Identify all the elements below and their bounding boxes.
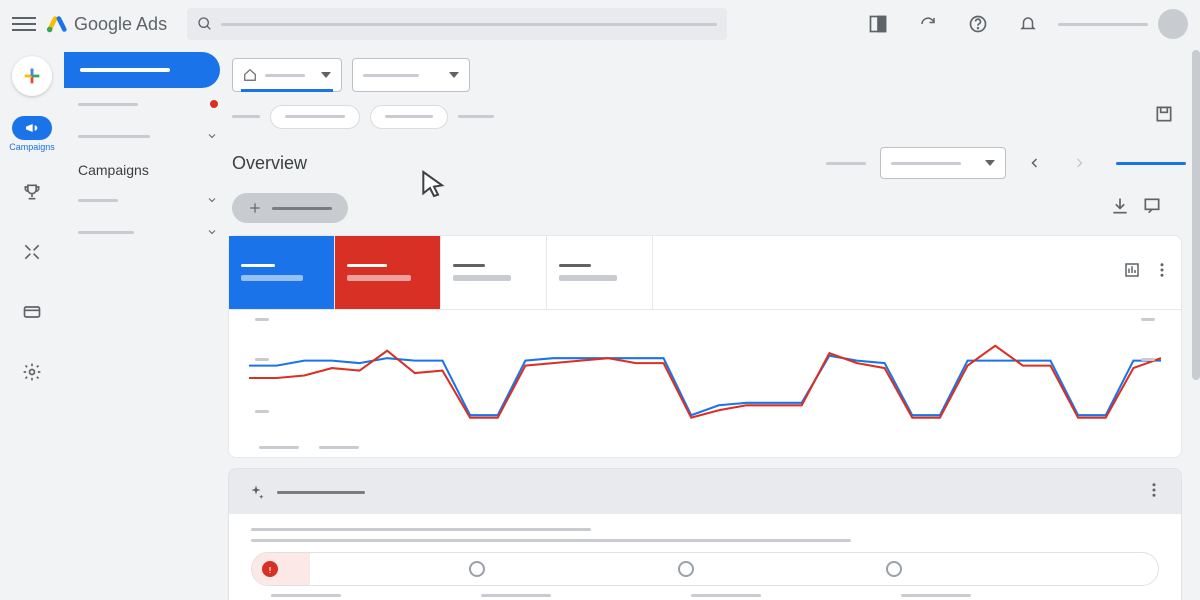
- rail-campaigns[interactable]: Campaigns: [9, 116, 55, 152]
- feedback-icon[interactable]: [1142, 196, 1162, 221]
- ads-logo-icon: [46, 13, 68, 35]
- filter-row: [228, 48, 1190, 102]
- performance-chart-card: [228, 235, 1182, 458]
- more-icon[interactable]: [1145, 481, 1163, 504]
- account-label: [1058, 23, 1148, 26]
- tools-icon: [22, 242, 42, 262]
- left-rail: Campaigns: [0, 48, 64, 600]
- megaphone-icon: [24, 120, 40, 136]
- sparkle-icon: [247, 484, 265, 502]
- sidebar-item-2[interactable]: [64, 120, 228, 152]
- filter-chip[interactable]: [370, 105, 448, 129]
- search-input[interactable]: [187, 8, 727, 40]
- rail-campaigns-label: Campaigns: [9, 142, 55, 152]
- chart-options-icon[interactable]: [1123, 261, 1141, 284]
- chips-row: [228, 102, 1190, 139]
- trophy-icon: [22, 182, 42, 202]
- avatar[interactable]: [1158, 9, 1188, 39]
- product-logo[interactable]: Google Ads: [46, 13, 167, 35]
- chevron-down-icon: [206, 130, 218, 142]
- sidebar-active-item[interactable]: [64, 52, 220, 88]
- notifications-icon[interactable]: [1008, 4, 1048, 44]
- sidebar: Campaigns: [64, 48, 228, 600]
- search-icon: [197, 16, 213, 32]
- date-label: [826, 162, 866, 165]
- alert-dot-icon: [210, 100, 218, 108]
- sidebar-item-4[interactable]: [64, 216, 228, 248]
- chevron-down-icon: [206, 194, 218, 206]
- plus-icon: [21, 65, 43, 87]
- rail-tools[interactable]: [12, 232, 52, 272]
- gear-icon: [22, 362, 42, 382]
- sidebar-item-1[interactable]: [64, 88, 228, 120]
- metric-tab-2[interactable]: [335, 236, 441, 309]
- rail-goals[interactable]: [12, 172, 52, 212]
- title-row: Overview: [228, 139, 1190, 187]
- page-title: Overview: [232, 153, 307, 174]
- cursor-icon: [418, 168, 450, 200]
- setup-progress[interactable]: [251, 552, 1159, 586]
- metric-tab-1[interactable]: [229, 236, 335, 309]
- filter-chip[interactable]: [270, 105, 360, 129]
- create-button[interactable]: [12, 56, 52, 96]
- menu-icon[interactable]: [12, 12, 36, 36]
- home-icon: [243, 68, 257, 82]
- filter-dropdown[interactable]: [352, 58, 470, 92]
- refresh-icon[interactable]: [908, 4, 948, 44]
- appearance-icon[interactable]: [858, 4, 898, 44]
- scrollbar[interactable]: [1192, 50, 1200, 380]
- chip-label: [232, 115, 260, 118]
- chip-label: [458, 115, 494, 118]
- more-icon[interactable]: [1153, 261, 1171, 284]
- insight-card: [228, 468, 1182, 600]
- sidebar-item-3[interactable]: [64, 184, 228, 216]
- app-header: Google Ads: [0, 0, 1200, 48]
- card-icon: [22, 302, 42, 322]
- prev-period-button[interactable]: [1020, 147, 1050, 179]
- plus-icon: [248, 201, 262, 215]
- rail-admin[interactable]: [12, 352, 52, 392]
- sidebar-heading: Campaigns: [64, 152, 228, 184]
- compare-indicator: [1116, 162, 1186, 165]
- warning-step-icon: [262, 561, 278, 577]
- download-icon[interactable]: [1110, 196, 1130, 221]
- line-chart: [249, 316, 1161, 440]
- save-view-icon[interactable]: [1154, 104, 1174, 129]
- main-content: Overview: [228, 48, 1190, 600]
- rail-billing[interactable]: [12, 292, 52, 332]
- scope-dropdown[interactable]: [232, 58, 342, 92]
- metric-tab-4[interactable]: [547, 236, 653, 309]
- metric-tab-3[interactable]: [441, 236, 547, 309]
- next-period-button[interactable]: [1064, 147, 1094, 179]
- product-name: Google Ads: [74, 14, 167, 35]
- add-filter-button[interactable]: [232, 193, 348, 223]
- date-range-dropdown[interactable]: [880, 147, 1006, 179]
- chevron-down-icon: [206, 226, 218, 238]
- help-icon[interactable]: [958, 4, 998, 44]
